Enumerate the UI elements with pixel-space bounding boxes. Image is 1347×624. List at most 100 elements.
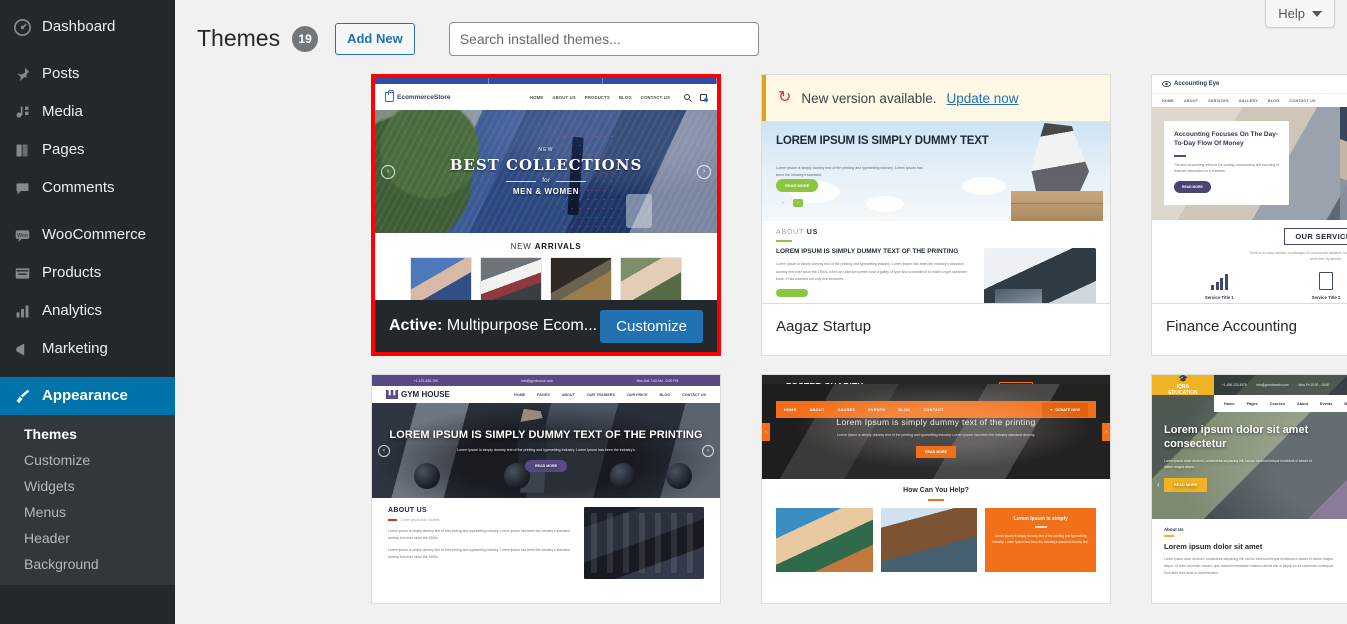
nav-item: BLOG xyxy=(1267,98,1280,103)
hero-card: Accounting Focuses On The Day-To-Day Flo… xyxy=(1164,121,1289,205)
card-para: Lorem Ipsum is simply dummy text of the … xyxy=(992,533,1089,545)
product-thumb xyxy=(410,257,472,300)
update-now-link[interactable]: Update now xyxy=(946,91,1018,106)
product-thumb xyxy=(550,257,612,300)
chevron-down-icon xyxy=(1312,10,1322,17)
nav-item: CONTACT US xyxy=(640,94,670,100)
update-text: New version available. xyxy=(801,90,937,106)
about-col: About Us Lorem ipsum dolor sit amet Lore… xyxy=(1164,527,1340,595)
main-content: Help Themes 19 Add New EcommerceStore xyxy=(175,0,1347,624)
hero-title: Lorem Ipsum is simply dummy text of the … xyxy=(836,416,1036,427)
carousel-prev-icon: ‹ xyxy=(378,444,390,457)
sidebar-item-posts[interactable]: Posts xyxy=(0,55,175,93)
customize-button[interactable]: Customize xyxy=(600,309,703,343)
sidebar-subitem-themes[interactable]: Themes xyxy=(0,421,175,447)
theme-screenshot[interactable]: 🎓 IQRA EDUCATION +1-456-123-4578 info@yo… xyxy=(1152,375,1347,603)
preview-hero: Accounting Focuses On The Day-To-Day Flo… xyxy=(1152,107,1347,220)
carousel-dots: ‹ › xyxy=(778,199,803,207)
preview-hero: HOME ABOUT CAUSES EVENTS BLOG CONTACT ♥ … xyxy=(762,384,1110,479)
hero-button: READ MORE xyxy=(1174,180,1211,193)
preview-logo: Accounting Eye xyxy=(1162,80,1219,88)
preview-topbar xyxy=(375,78,717,84)
appearance-submenu: Themes Customize Widgets Menus Header Ba… xyxy=(0,415,175,585)
theme-card-foster-charity[interactable]: ♥ FOSTER CHARITYLorem Ipsum is simply du… xyxy=(761,374,1111,604)
sidebar-item-dashboard[interactable]: Dashboard xyxy=(0,8,175,46)
theme-name: Finance Accounting xyxy=(1166,318,1297,335)
theme-name: Multipurpose Ecom... xyxy=(446,317,598,334)
sidebar-item-marketing[interactable]: Marketing xyxy=(0,330,175,368)
sidebar-subitem-background[interactable]: Background xyxy=(0,551,175,577)
services-grid: Service Title 1 Lorem ipsum has been the… xyxy=(1152,262,1347,303)
sidebar-subitem-header[interactable]: Header xyxy=(0,525,175,551)
theme-card-active[interactable]: EcommerceStore HOME ABOUT US PRODUCTS BL… xyxy=(371,74,721,356)
hero-para: The term Accounting refers to the postin… xyxy=(1174,162,1279,174)
sidebar-label: Dashboard xyxy=(42,18,116,35)
hero-para: Lorem Ipsum is simply dummy text of the … xyxy=(776,166,923,177)
theme-card-iqra-education[interactable]: 🎓 IQRA EDUCATION +1-456-123-4578 info@yo… xyxy=(1151,374,1347,604)
theme-card-footer: Active: Multipurpose Ecom... Customize xyxy=(375,300,717,352)
about-col: ABOUT US Lorem ipsum dolor sit amet Lore… xyxy=(388,507,572,579)
theme-count-badge: 19 xyxy=(292,26,319,52)
comment-icon xyxy=(12,178,32,198)
theme-screenshot[interactable]: Accounting Eye HOME ABOUT SERVICES GALLE… xyxy=(1152,75,1347,303)
nav-item: Home xyxy=(1224,401,1235,406)
nav-item: HOME xyxy=(530,94,544,100)
sidebar-item-woocommerce[interactable]: Woo WooCommerce xyxy=(0,216,175,254)
about-para: Lorem ipsum dolor sit amet, consectetur … xyxy=(1164,557,1334,576)
preview-menu: HOME ABOUT US PRODUCTS BLOG CONTACT US xyxy=(530,95,670,100)
sidebar-subitem-menus[interactable]: Menus xyxy=(0,499,175,525)
about-para: Lorem Ipsum is simply dummy text of the … xyxy=(388,548,570,560)
document-icon xyxy=(1273,270,1347,291)
sidebar-item-pages[interactable]: Pages xyxy=(0,131,175,169)
nav-item: SERVICES xyxy=(1208,98,1229,103)
preview-about: ABOUT US Lorem ipsum dolor sit amet Lore… xyxy=(372,498,720,579)
services-heading: OUR SERVICES There is no many variation … xyxy=(1152,220,1347,262)
sidebar-item-analytics[interactable]: Analytics xyxy=(0,292,175,330)
topbar-hours: Mon-Fri 10:00 - 18:00 xyxy=(1298,383,1330,387)
hero-title: Accounting Focuses On The Day-To-Day Flo… xyxy=(1174,131,1279,147)
card-title: Lorem Ipsum is simply xyxy=(1013,516,1068,522)
theme-card-finance-accounting[interactable]: Accounting Eye HOME ABOUT SERVICES GALLE… xyxy=(1151,74,1347,356)
theme-screenshot[interactable]: EcommerceStore HOME ABOUT US PRODUCTS BL… xyxy=(375,78,717,300)
cloud-shape xyxy=(866,196,905,212)
nav-spacer xyxy=(1152,395,1214,412)
product-thumb xyxy=(620,257,682,300)
preview-about: About Us Lorem ipsum dolor sit amet Lore… xyxy=(1152,519,1347,603)
hero-para: Lorem Ipsum is simply dummy text of the … xyxy=(836,432,1036,437)
sidebar-item-comments[interactable]: Comments xyxy=(0,169,175,207)
divider xyxy=(1174,154,1186,157)
about-title: LOREM IPSUM IS SIMPLY DUMMY TEXT OF THE … xyxy=(776,248,959,255)
theme-screenshot[interactable]: LOREM IPSUM IS SIMPLY DUMMY TEXT Lorem I… xyxy=(762,121,1110,303)
add-new-button[interactable]: Add New xyxy=(335,22,415,56)
preview-nav: GYM HOUSE HOME PAGES ABOUT OUR TRAINERS … xyxy=(372,386,720,403)
dumbbell-icon xyxy=(386,390,398,399)
search-input[interactable] xyxy=(448,22,759,56)
hero-text: LOREM IPSUM IS SIMPLY DUMMY TEXT OF THE … xyxy=(372,403,720,498)
page-header: Themes 19 Add New xyxy=(175,0,1347,56)
help-button[interactable]: Help xyxy=(1265,0,1335,28)
sidebar-item-appearance[interactable]: Appearance xyxy=(0,377,175,415)
sidebar-subitem-widgets[interactable]: Widgets xyxy=(0,473,175,499)
pin-icon xyxy=(12,64,32,84)
carousel-prev-icon: ‹ xyxy=(762,422,770,441)
theme-screenshot[interactable]: +1-123-456-789 info@gymhouse.com Mon-Sat… xyxy=(372,375,720,603)
preview-logo: 🎓 IQRA EDUCATION xyxy=(1152,375,1214,396)
brush-icon xyxy=(12,386,32,406)
theme-card-aagaz-startup[interactable]: ↻ New version available. Update now LORE… xyxy=(761,74,1111,356)
service-item: Service Title 1 Lorem ipsum has been the… xyxy=(1166,270,1273,303)
dashboard-icon xyxy=(12,17,32,37)
sidebar-item-media[interactable]: Media xyxy=(0,93,175,131)
svg-text:Woo: Woo xyxy=(17,232,28,238)
active-prefix: Active: xyxy=(389,317,443,334)
sidebar-item-products[interactable]: Products xyxy=(0,254,175,292)
nav-item: Pages xyxy=(1246,401,1258,406)
theme-card-gym-house[interactable]: +1-123-456-789 info@gymhouse.com Mon-Sat… xyxy=(371,374,721,604)
theme-screenshot[interactable]: ♥ FOSTER CHARITYLorem Ipsum is simply du… xyxy=(762,375,1110,603)
divider xyxy=(388,519,397,521)
sidebar-subitem-customize[interactable]: Customize xyxy=(0,447,175,473)
hero-text: Lorem Ipsum is simply dummy text of the … xyxy=(762,384,1110,479)
carousel-prev-icon: ‹ xyxy=(381,164,395,179)
hero-button: READ MORE xyxy=(776,179,819,192)
about-col: LOREM IPSUM IS SIMPLY DUMMY TEXT OF THE … xyxy=(776,248,974,303)
about-para: Lorem Ipsum is simply dummy text of the … xyxy=(776,262,968,282)
